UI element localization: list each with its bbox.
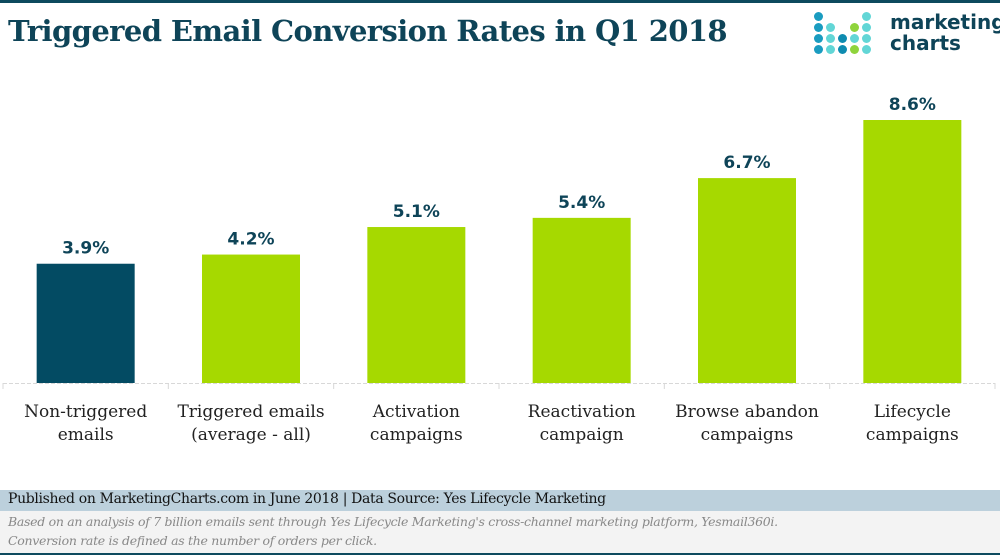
value-label-5: 8.6% xyxy=(889,95,936,115)
notes-band: Based on an analysis of 7 billion emails… xyxy=(0,511,1000,553)
bars xyxy=(36,120,962,383)
category-label-3: Reactivation xyxy=(528,402,636,422)
category-label-5: campaigns xyxy=(866,425,959,445)
bar-chart: 3.9% 4.2% 5.1% 5.4% 6.7% 8.6% Non-triggered em… xyxy=(2,95,996,445)
category-label-4: Browse abandon xyxy=(675,402,819,422)
source-band: Published on MarketingCharts.com in June… xyxy=(0,490,1000,511)
bar-4 xyxy=(698,178,796,383)
value-label-2: 5.1% xyxy=(393,202,440,222)
category-label-0: emails xyxy=(58,425,114,445)
value-labels: 3.9% 4.2% 5.1% 5.4% 6.7% 8.6% xyxy=(62,95,936,259)
value-label-3: 5.4% xyxy=(558,193,605,213)
bar-5 xyxy=(863,120,962,383)
note-line-2: Conversion rate is defined as the number… xyxy=(8,533,377,548)
value-label-4: 6.7% xyxy=(723,153,770,173)
value-label-1: 4.2% xyxy=(227,230,274,250)
note-line-1: Based on an analysis of 7 billion emails… xyxy=(8,514,778,529)
category-label-3: campaign xyxy=(540,425,624,445)
x-axis xyxy=(2,383,996,389)
bar-3 xyxy=(532,217,631,383)
category-label-1: (average - all) xyxy=(191,425,311,445)
category-label-2: Activation xyxy=(372,402,460,422)
category-label-5: Lifecycle xyxy=(874,402,951,422)
source-text: Published on MarketingCharts.com in June… xyxy=(8,491,606,507)
value-label-0: 3.9% xyxy=(62,239,109,259)
bar-2 xyxy=(367,227,466,383)
category-label-2: campaigns xyxy=(370,425,463,445)
category-labels: Non-triggered emails Triggered emails (aver… xyxy=(24,402,959,445)
category-label-4: campaigns xyxy=(701,425,794,445)
category-label-0: Non-triggered xyxy=(24,402,147,422)
bar-0 xyxy=(36,263,135,383)
category-label-1: Triggered emails xyxy=(177,402,324,422)
bar-1 xyxy=(202,254,300,383)
